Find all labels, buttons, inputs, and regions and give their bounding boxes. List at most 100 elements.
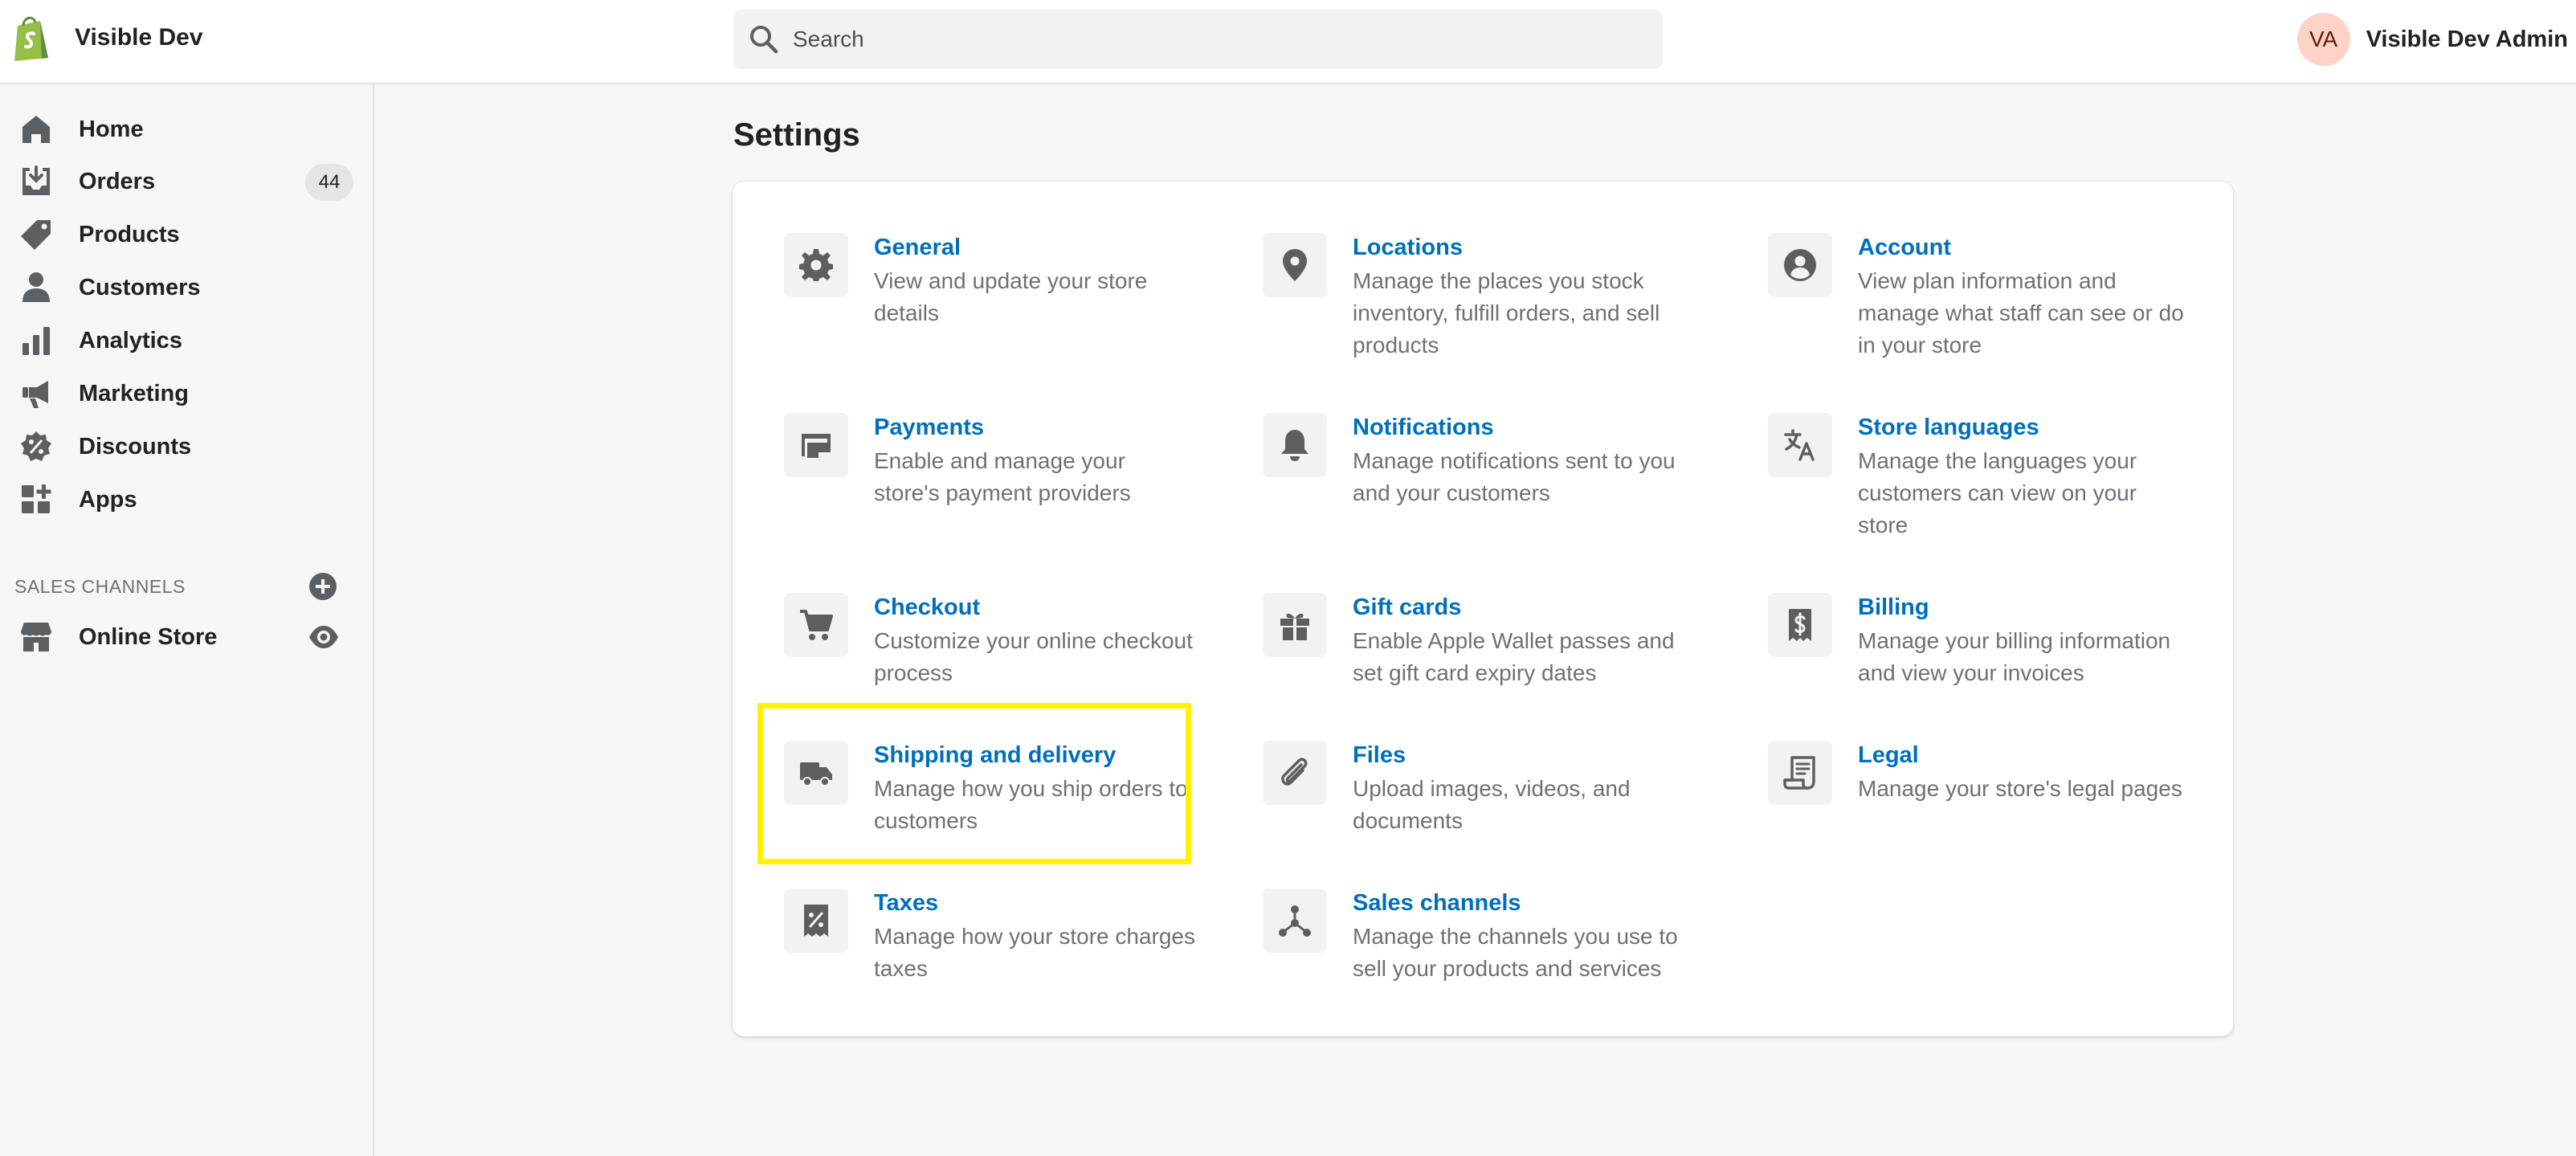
sidebar-item-orders[interactable]: Orders 44 bbox=[0, 157, 373, 206]
add-sales-channel-icon[interactable] bbox=[308, 571, 338, 602]
sidebar-item-home[interactable]: Home bbox=[0, 104, 373, 154]
payments-icon bbox=[802, 434, 831, 458]
sidebar-item-label: Customers bbox=[79, 274, 201, 300]
setting-description: View plan information and manage what st… bbox=[1858, 268, 2184, 357]
sidebar-item-label: Apps bbox=[79, 486, 137, 513]
sidebar-item-analytics[interactable]: Analytics bbox=[0, 316, 373, 366]
setting-icon-tile bbox=[1768, 233, 1832, 297]
billing-icon bbox=[1789, 609, 1811, 641]
setting-sales-channels[interactable]: Sales channels Manage the channels you u… bbox=[1263, 888, 1713, 1025]
user-menu[interactable]: VA Visible Dev Admin bbox=[2296, 12, 2568, 67]
legal-icon bbox=[1783, 756, 1815, 790]
setting-title[interactable]: Checkout bbox=[874, 594, 980, 621]
sidebar-item-label: Online Store bbox=[79, 623, 218, 650]
setting-payments[interactable]: Payments Enable and manage your store's … bbox=[784, 413, 1234, 549]
setting-description: Customize your online checkout process bbox=[874, 628, 1193, 685]
search-input[interactable] bbox=[793, 27, 1596, 52]
setting-description: Manage your store's legal pages bbox=[1858, 776, 2182, 801]
setting-description: Upload images, videos, and documents bbox=[1353, 776, 1631, 833]
setting-account[interactable]: Account View plan information and manage… bbox=[1768, 233, 2218, 370]
setting-notifications[interactable]: Notifications Manage notifications sent … bbox=[1263, 413, 1713, 549]
orders-icon bbox=[22, 165, 50, 195]
sidebar-item-label: Analytics bbox=[79, 327, 182, 353]
setting-title[interactable]: Locations bbox=[1353, 235, 1463, 261]
account-icon bbox=[1784, 249, 1816, 281]
setting-title[interactable]: Notifications bbox=[1353, 415, 1494, 441]
sales-channels-heading: SALES CHANNELS bbox=[14, 576, 186, 597]
setting-title[interactable]: General bbox=[874, 235, 961, 261]
setting-description: Manage the places you stock inventory, f… bbox=[1353, 268, 1660, 357]
location-pin-icon bbox=[1283, 249, 1307, 281]
sidebar-item-label: Discounts bbox=[79, 433, 192, 460]
setting-gift-cards[interactable]: Gift cards Enable Apple Wallet passes an… bbox=[1263, 593, 1713, 729]
setting-title[interactable]: Files bbox=[1353, 742, 1406, 769]
orders-count-badge: 44 bbox=[305, 164, 353, 201]
setting-icon-tile bbox=[1768, 741, 1832, 805]
user-name[interactable]: Visible Dev Admin bbox=[2366, 27, 2568, 53]
tax-icon bbox=[804, 905, 828, 937]
page-title: Settings bbox=[733, 117, 860, 153]
sidebar-item-label: Marketing bbox=[79, 380, 189, 406]
setting-title[interactable]: Account bbox=[1858, 235, 1951, 261]
avatar[interactable]: VA bbox=[2296, 13, 2350, 66]
sidebar-item-label: Products bbox=[79, 221, 180, 247]
setting-icon-tile bbox=[1263, 888, 1327, 953]
search-bar[interactable] bbox=[733, 10, 1663, 69]
setting-description: Manage your billing information and view… bbox=[1858, 628, 2171, 685]
setting-description: Manage how your store charges taxes bbox=[874, 924, 1195, 981]
cart-icon bbox=[800, 610, 833, 640]
setting-billing[interactable]: Billing Manage your billing information … bbox=[1768, 593, 2218, 729]
setting-icon-tile bbox=[1263, 741, 1327, 805]
discount-icon bbox=[21, 431, 51, 461]
setting-store-languages[interactable]: Store languages Manage the languages you… bbox=[1768, 413, 2218, 549]
sidebar-item-apps[interactable]: Apps bbox=[0, 475, 373, 525]
sidebar: Home Orders 44 Products Customers Analyt… bbox=[0, 84, 374, 1156]
setting-title[interactable]: Gift cards bbox=[1353, 594, 1461, 621]
setting-description: Enable and manage your store's payment p… bbox=[874, 448, 1131, 505]
setting-description: View and update your store details bbox=[874, 268, 1148, 325]
setting-icon-tile bbox=[784, 413, 848, 477]
setting-files[interactable]: Files Upload images, videos, and documen… bbox=[1263, 741, 1713, 877]
sidebar-item-customers[interactable]: Customers bbox=[0, 263, 373, 312]
setting-taxes[interactable]: Taxes Manage how your store charges taxe… bbox=[784, 888, 1234, 1025]
person-icon bbox=[22, 272, 50, 302]
setting-title[interactable]: Store languages bbox=[1858, 415, 2039, 441]
apps-icon bbox=[22, 484, 51, 513]
setting-icon-tile bbox=[784, 888, 848, 953]
setting-title[interactable]: Billing bbox=[1858, 594, 1929, 621]
paperclip-icon bbox=[1281, 758, 1308, 786]
setting-icon-tile bbox=[1768, 593, 1832, 657]
store-name[interactable]: Visible Dev bbox=[75, 24, 203, 51]
tag-icon bbox=[21, 220, 51, 250]
setting-title[interactable]: Payments bbox=[874, 415, 984, 441]
setting-description: Manage the channels you use to sell your… bbox=[1353, 924, 1678, 981]
setting-general[interactable]: General View and update your store detai… bbox=[784, 233, 1234, 370]
eye-icon[interactable] bbox=[308, 621, 340, 653]
setting-icon-tile bbox=[784, 593, 848, 657]
setting-title[interactable]: Legal bbox=[1858, 742, 1919, 769]
home-icon bbox=[22, 116, 50, 143]
setting-locations[interactable]: Locations Manage the places you stock in… bbox=[1263, 233, 1713, 370]
setting-description: Enable Apple Wallet passes and set gift … bbox=[1353, 628, 1675, 685]
sidebar-item-marketing[interactable]: Marketing bbox=[0, 369, 373, 419]
gift-icon bbox=[1280, 613, 1309, 640]
setting-icon-tile bbox=[1768, 413, 1832, 477]
setting-icon-tile bbox=[1263, 233, 1327, 297]
sidebar-item-discounts[interactable]: Discounts bbox=[0, 422, 373, 472]
bell-icon bbox=[1281, 430, 1308, 461]
sidebar-item-label: Orders bbox=[79, 168, 156, 194]
setting-icon-tile bbox=[784, 233, 848, 297]
sidebar-item-label: Home bbox=[79, 116, 144, 142]
setting-description: Manage notifications sent to you and you… bbox=[1353, 448, 1676, 505]
shopify-logo-icon[interactable] bbox=[11, 14, 53, 61]
store-icon bbox=[21, 623, 51, 652]
sales-channels-icon bbox=[1279, 905, 1311, 937]
setting-icon-tile bbox=[1263, 413, 1327, 477]
settings-card: General View and update your store detai… bbox=[733, 182, 2233, 1036]
setting-legal[interactable]: Legal Manage your store's legal pages bbox=[1768, 741, 2218, 877]
setting-title[interactable]: Taxes bbox=[874, 890, 938, 917]
sidebar-item-products[interactable]: Products bbox=[0, 210, 373, 259]
translate-icon bbox=[1784, 429, 1815, 461]
setting-icon-tile bbox=[1263, 593, 1327, 657]
setting-title[interactable]: Sales channels bbox=[1353, 890, 1521, 917]
